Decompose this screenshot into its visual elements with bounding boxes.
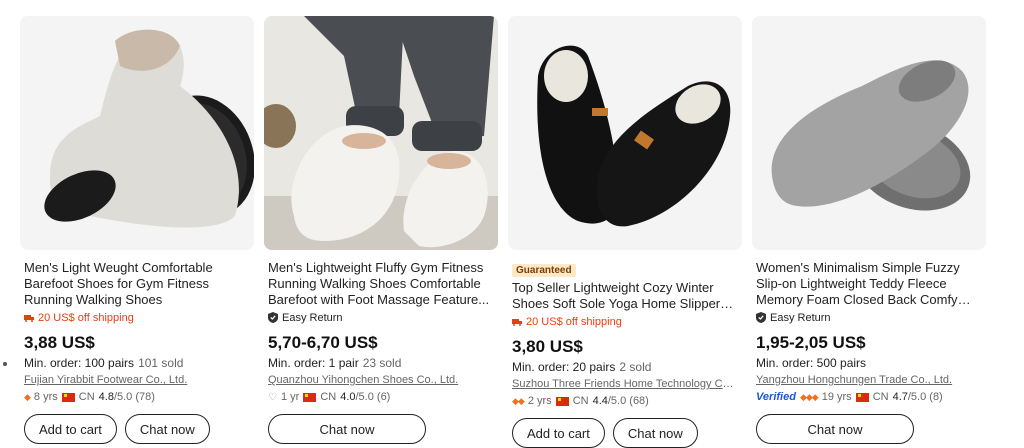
chat-now-button[interactable]: Chat now xyxy=(268,414,426,444)
supplier-meta: ◆ 8 yrs CN 4.8/5.0 (78) xyxy=(24,390,250,404)
diamond-icon: ◆◆ xyxy=(512,395,525,406)
sold-count: 101 sold xyxy=(138,356,184,370)
truck-icon xyxy=(24,314,34,322)
supplier-years: 1 yr xyxy=(280,391,300,403)
shoe-image-grey-barefoot xyxy=(20,16,254,250)
product-card[interactable]: Guaranteed Top Seller Lightweight Cozy W… xyxy=(508,16,742,448)
china-flag-icon xyxy=(61,392,75,402)
promo-text: 20 US$ off shipping xyxy=(526,315,622,328)
heart-icon: ♡ xyxy=(268,391,277,403)
truck-icon xyxy=(512,318,522,326)
product-title[interactable]: Men's Light Weught Comfortable Barefoot … xyxy=(24,260,250,308)
supplier-country: CN xyxy=(78,391,95,403)
easy-return-text: Easy Return xyxy=(770,311,831,324)
shield-check-icon xyxy=(268,312,278,323)
rating-suffix: /5.0 (6) xyxy=(355,391,391,403)
rating-value: 4.0 xyxy=(340,391,356,403)
shield-check-icon xyxy=(756,312,766,323)
rating-suffix: /5.0 (78) xyxy=(113,391,155,403)
chat-now-button[interactable]: Chat now xyxy=(756,414,914,444)
promo-text: 20 US$ off shipping xyxy=(38,311,134,324)
chat-now-button[interactable]: Chat now xyxy=(124,414,210,444)
guaranteed-badge: Guaranteed xyxy=(512,264,576,277)
product-card[interactable]: Men's Lightweight Fluffy Gym Fitness Run… xyxy=(264,16,498,444)
product-image[interactable] xyxy=(508,16,742,250)
card-actions: Chat now xyxy=(756,414,982,444)
product-image[interactable] xyxy=(752,16,986,250)
easy-return-text: Easy Return xyxy=(282,311,343,324)
rating-value: 4.7 xyxy=(892,391,908,403)
supplier-country: CN xyxy=(572,395,589,407)
product-image[interactable] xyxy=(264,16,498,250)
card-actions: Chat now xyxy=(268,414,494,444)
product-card[interactable]: Men's Light Weught Comfortable Barefoot … xyxy=(20,16,254,444)
chat-now-button[interactable]: Chat now xyxy=(612,418,698,448)
supplier-link[interactable]: Quanzhou Yihongchen Shoes Co., Ltd. xyxy=(268,374,494,388)
easy-return: Easy Return xyxy=(268,310,494,325)
min-order: Min. order: 20 pairs 2 sold xyxy=(512,360,738,375)
edge-dot xyxy=(3,362,7,366)
product-card[interactable]: Women's Minimalism Simple Fuzzy Slip-on … xyxy=(752,16,986,444)
add-to-cart-button[interactable]: Add to cart xyxy=(512,418,605,448)
rating-suffix: /5.0 (68) xyxy=(607,395,649,407)
rating-value: 4.8 xyxy=(98,391,114,403)
card-actions: Add to cart Chat now xyxy=(24,414,250,444)
rating-suffix: /5.0 (8) xyxy=(907,391,943,403)
diamond-icon: ◆◆◆ xyxy=(799,391,819,402)
product-price: 3,80 US$ xyxy=(512,337,583,356)
china-flag-icon xyxy=(555,396,569,406)
supplier-meta: ♡ 1 yr CN 4.0/5.0 (6) xyxy=(268,390,494,404)
shoe-image-white-fluffy xyxy=(264,16,498,250)
min-order: Min. order: 1 pair 23 sold xyxy=(268,356,494,371)
product-title[interactable]: Women's Minimalism Simple Fuzzy Slip-on … xyxy=(756,260,982,308)
rating-value: 4.4 xyxy=(592,395,608,407)
shoe-image-black-slipper xyxy=(508,16,742,250)
product-grid: Men's Light Weught Comfortable Barefoot … xyxy=(20,16,986,448)
product-price: 3,88 US$ xyxy=(24,333,95,352)
min-order-text: Min. order: 1 pair xyxy=(268,356,359,370)
shipping-promo: 20 US$ off shipping xyxy=(512,314,738,329)
min-order-text: Min. order: 500 pairs xyxy=(756,356,867,370)
add-to-cart-button[interactable]: Add to cart xyxy=(24,414,117,444)
supplier-years: 2 yrs xyxy=(527,395,552,407)
diamond-icon: ◆ xyxy=(24,391,31,402)
min-order: Min. order: 100 pairs 101 sold xyxy=(24,356,250,371)
supplier-meta: Verified ◆◆◆ 19 yrs CN 4.7/5.0 (8) xyxy=(756,390,982,404)
product-title[interactable]: Top Seller Lightweight Cozy Winter Shoes… xyxy=(512,280,738,312)
sold-count: 2 sold xyxy=(619,360,652,374)
min-order-text: Min. order: 20 pairs xyxy=(512,360,616,374)
min-order: Min. order: 500 pairs xyxy=(756,356,982,371)
china-flag-icon xyxy=(303,392,317,402)
easy-return: Easy Return xyxy=(756,310,982,325)
card-actions: Add to cart Chat now xyxy=(512,418,738,448)
min-order-text: Min. order: 100 pairs xyxy=(24,356,135,370)
product-image[interactable] xyxy=(20,16,254,250)
supplier-link[interactable]: Yangzhou Hongchungen Trade Co., Ltd. xyxy=(756,374,982,388)
supplier-meta: ◆◆ 2 yrs CN 4.4/5.0 (68) xyxy=(512,394,738,408)
shoe-image-grey-fleece xyxy=(752,16,986,250)
verified-badge: Verified xyxy=(756,391,796,403)
product-title[interactable]: Men's Lightweight Fluffy Gym Fitness Run… xyxy=(268,260,494,308)
product-price: 1,95-2,05 US$ xyxy=(756,333,866,352)
supplier-link[interactable]: Fujian Yirabbit Footwear Co., Ltd. xyxy=(24,374,250,388)
shipping-promo: 20 US$ off shipping xyxy=(24,310,250,325)
supplier-years: 19 yrs xyxy=(821,391,852,403)
sold-count: 23 sold xyxy=(362,356,402,370)
supplier-country: CN xyxy=(872,391,889,403)
product-price: 5,70-6,70 US$ xyxy=(268,333,378,352)
supplier-link[interactable]: Suzhou Three Friends Home Technology Co.… xyxy=(512,378,738,392)
supplier-country: CN xyxy=(320,391,337,403)
supplier-years: 8 yrs xyxy=(33,391,58,403)
china-flag-icon xyxy=(855,392,869,402)
